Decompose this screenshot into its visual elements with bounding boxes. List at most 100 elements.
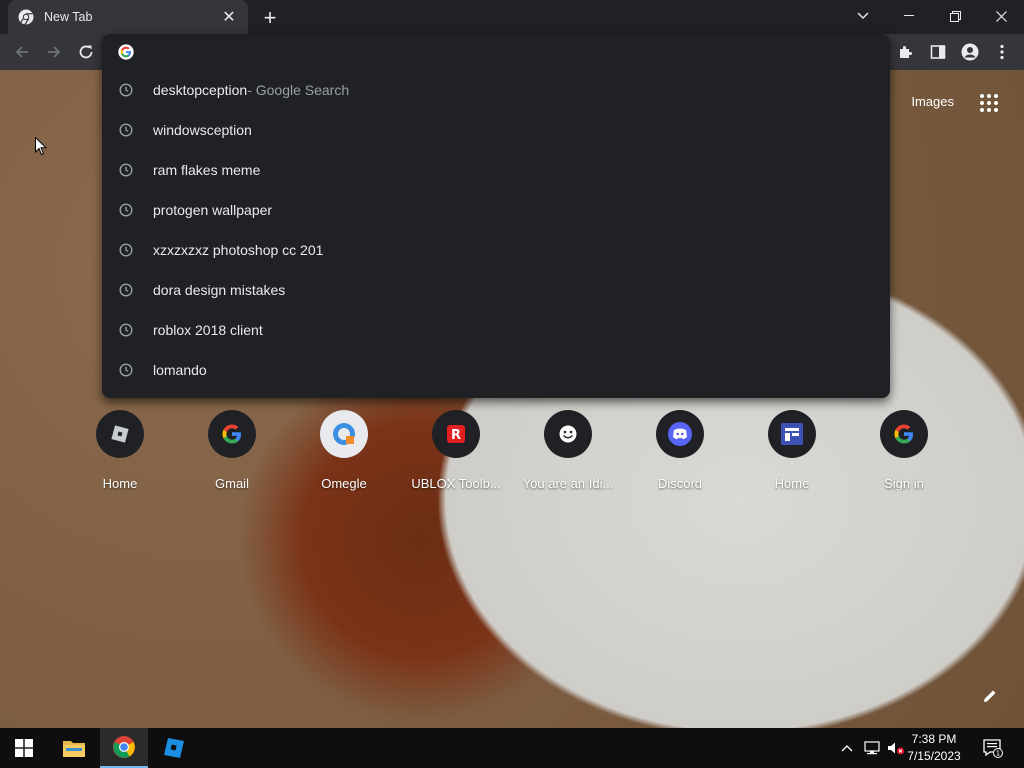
arrow-right-icon <box>48 46 61 58</box>
profile-icon <box>961 43 979 61</box>
tab-close-button[interactable]: ✕ <box>220 8 238 26</box>
suggestion-text: dora design mistakes <box>153 282 286 298</box>
taskbar: 7:38 PM 7/15/2023 1 <box>0 728 1024 768</box>
minimize-button[interactable] <box>886 0 932 32</box>
taskbar-roblox-studio[interactable] <box>150 728 198 768</box>
forward-button[interactable] <box>40 38 68 66</box>
start-button[interactable] <box>0 728 48 768</box>
images-link[interactable]: Images <box>911 94 954 109</box>
suggestion-suffix: - Google Search <box>247 82 350 98</box>
history-icon <box>119 83 133 97</box>
network-button[interactable] <box>862 728 882 768</box>
show-hidden-icons-button[interactable] <box>838 728 856 768</box>
customize-button[interactable] <box>980 686 1000 706</box>
suggestion-text: protogen wallpaper <box>153 202 273 218</box>
suggestion-item[interactable]: protogen wallpaper <box>102 190 890 230</box>
tab-title: New Tab <box>44 10 93 24</box>
shortcut-home-site[interactable]: Home <box>736 410 848 491</box>
reload-icon <box>79 45 93 59</box>
suggestion-item[interactable]: lomando <box>102 350 890 390</box>
suggestion-item[interactable]: desktopception - Google Search <box>102 70 890 110</box>
new-tab-button[interactable]: + <box>258 5 282 30</box>
shortcut-label: Discord <box>657 476 703 491</box>
taskbar-file-explorer[interactable] <box>50 728 98 768</box>
extensions-button[interactable] <box>894 40 918 64</box>
suggestion-list: desktopception - Google Search windowsce… <box>102 70 890 390</box>
reload-button[interactable] <box>72 38 100 66</box>
arrow-left-icon <box>15 46 28 58</box>
taskbar-chrome[interactable] <box>100 728 148 768</box>
shortcut-home-roblox[interactable]: Home <box>64 410 176 491</box>
history-icon <box>119 123 133 137</box>
kebab-menu-icon <box>1000 44 1004 60</box>
history-icon <box>119 283 133 297</box>
profile-button[interactable] <box>958 40 982 64</box>
home-site-icon <box>781 423 803 445</box>
network-icon <box>864 741 880 755</box>
notification-icon: 1 <box>983 739 1003 758</box>
suggestion-text: roblox 2018 client <box>153 322 263 338</box>
shortcuts-row: Home Gmail Omegle R UBLOX Toolb... You a… <box>64 410 960 491</box>
side-panel-button[interactable] <box>926 40 950 64</box>
svg-text:R: R <box>451 428 461 443</box>
top-links: il Images <box>880 94 954 109</box>
side-panel-icon <box>930 45 946 59</box>
shortcut-label: Gmail <box>215 476 249 491</box>
minimize-icon <box>904 15 914 16</box>
shortcut-discord[interactable]: Discord <box>624 410 736 491</box>
google-icon <box>118 44 134 60</box>
tab-new-tab[interactable]: New Tab ✕ <box>8 0 248 34</box>
discord-icon <box>668 422 692 446</box>
history-icon <box>119 323 133 337</box>
windows-logo-icon <box>15 739 33 757</box>
suggestion-text: ram flakes meme <box>153 162 261 178</box>
omnibox-dropdown: desktopception - Google Search windowsce… <box>102 34 890 398</box>
suggestion-text: xzxzxzxz photoshop cc 201 <box>153 242 324 258</box>
clock-time: 7:38 PM <box>911 732 957 746</box>
shortcut-ublox[interactable]: R UBLOX Toolb... <box>400 410 512 491</box>
chrome-icon <box>18 9 34 25</box>
address-bar[interactable] <box>102 34 890 70</box>
chevron-down-icon <box>857 12 869 19</box>
menu-button[interactable] <box>990 40 1014 64</box>
shortcut-sign-in[interactable]: Sign in <box>848 410 960 491</box>
chevron-up-icon <box>841 745 853 752</box>
roblox-studio-icon <box>164 738 184 758</box>
tab-search-button[interactable] <box>840 0 886 32</box>
suggestion-item[interactable]: xzxzxzxz photoshop cc 201 <box>102 230 890 270</box>
restore-icon <box>949 10 961 22</box>
shortcut-you-are-an-idiot[interactable]: You are an Idi... <box>512 410 624 491</box>
shortcut-label: You are an Idi... <box>522 476 614 491</box>
shortcut-gmail[interactable]: Gmail <box>176 410 288 491</box>
suggestion-item[interactable]: roblox 2018 client <box>102 310 890 350</box>
apps-grid-icon[interactable] <box>980 94 998 112</box>
suggestion-item[interactable]: windowsception <box>102 110 890 150</box>
back-button[interactable] <box>8 38 36 66</box>
clock-date: 7/15/2023 <box>907 749 961 763</box>
suggestion-text: windowsception <box>153 122 252 138</box>
suggestion-text: desktopception <box>153 82 248 98</box>
history-icon <box>119 163 133 177</box>
taskbar-clock[interactable]: 7:38 PM 7/15/2023 <box>894 731 974 765</box>
pencil-icon <box>984 690 996 702</box>
shortcut-label: UBLOX Toolb... <box>411 476 501 491</box>
omegle-icon <box>333 423 355 445</box>
action-center-button[interactable]: 1 <box>978 728 1008 768</box>
history-icon <box>119 363 133 377</box>
close-window-button[interactable] <box>978 0 1024 32</box>
mouse-cursor-icon <box>35 137 47 156</box>
puzzle-icon <box>900 46 912 58</box>
suggestion-item[interactable]: dora design mistakes <box>102 270 890 310</box>
roblox-icon <box>111 425 129 443</box>
google-icon <box>222 424 241 444</box>
shortcut-label: Sign in <box>884 476 924 491</box>
history-icon <box>119 203 133 217</box>
google-icon <box>894 424 913 444</box>
suggestion-item[interactable]: ram flakes meme <box>102 150 890 190</box>
shortcut-omegle[interactable]: Omegle <box>288 410 400 491</box>
close-icon <box>995 10 1007 22</box>
notification-count: 1 <box>996 750 1000 758</box>
shortcut-label: Home <box>102 476 138 491</box>
suggestion-text: lomando <box>153 362 207 378</box>
restore-button[interactable] <box>932 0 978 32</box>
